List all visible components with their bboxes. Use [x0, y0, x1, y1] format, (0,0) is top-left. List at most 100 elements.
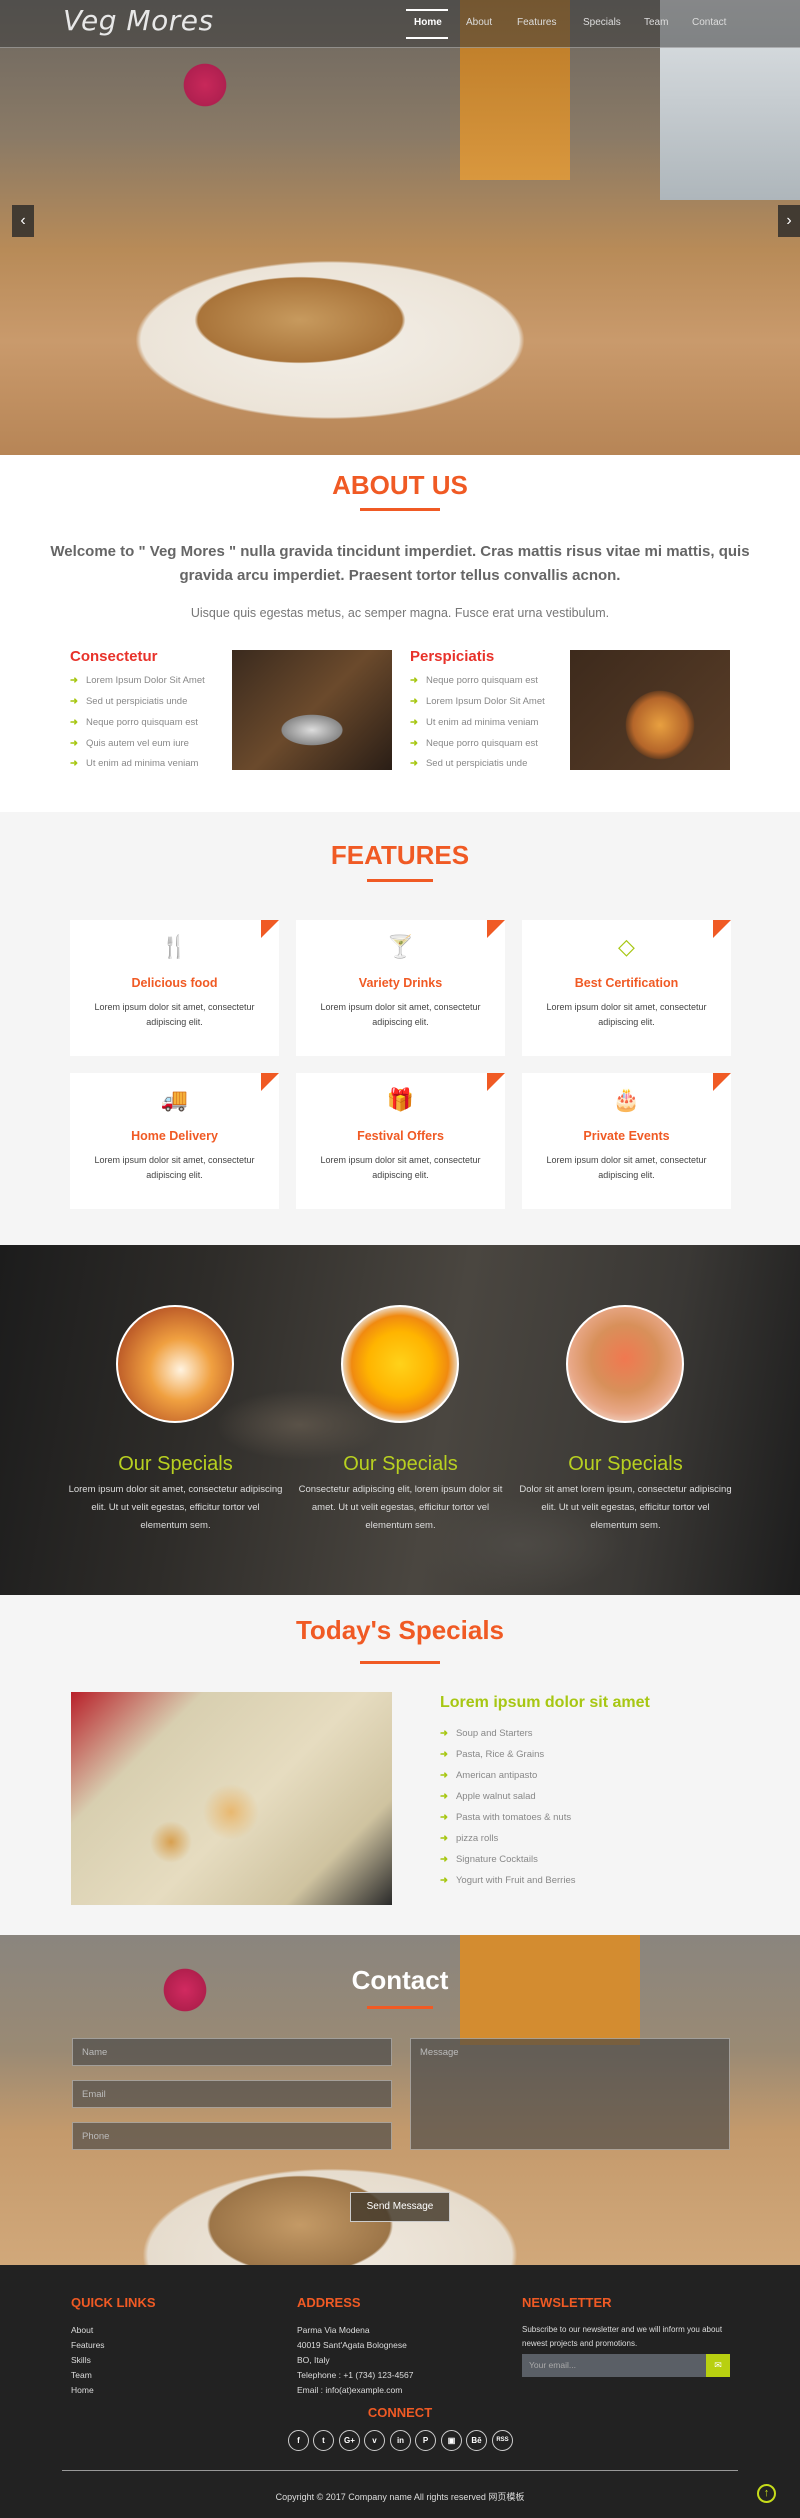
feature-title: Best Certification	[574, 976, 679, 990]
cutlery-icon: 🍴	[160, 934, 189, 959]
message-textarea[interactable]: Message	[410, 2038, 730, 2150]
nav-features[interactable]: Features	[517, 17, 556, 28]
arrow-right-icon: ➜	[70, 758, 78, 769]
list-item: ➜ Pasta, Rice & Grains	[440, 1749, 545, 1760]
nav-home[interactable]: Home	[414, 17, 442, 28]
arrow-right-icon: ➜	[410, 738, 418, 749]
list-item: ➜ Quis autem vel eum iure	[70, 738, 189, 749]
arrow-right-icon: ➜	[440, 1749, 448, 1760]
nav-about[interactable]: About	[466, 17, 492, 28]
footer-link-about[interactable]: About	[71, 2325, 93, 2335]
email-input[interactable]: Email	[72, 2080, 392, 2108]
arrow-right-icon: ➜	[440, 1791, 448, 1802]
list-item: ➜ Ut enim ad minima veniam	[410, 717, 539, 728]
nav-team[interactable]: Team	[644, 17, 668, 28]
title-underline	[360, 1661, 440, 1664]
prev-slide-button[interactable]: ‹	[12, 205, 34, 237]
feature-card: 🎁 Festival Offers Lorem ipsum dolor sit am…	[296, 1073, 505, 1209]
footer-link-features[interactable]: Features	[71, 2340, 105, 2350]
list-item: ➜ Lorem Ipsum Dolor Sit Amet	[70, 675, 205, 686]
newsletter-email-input[interactable]: Your email...	[522, 2354, 706, 2377]
birthday-cake-icon: 🎂	[612, 1087, 641, 1112]
linkedin-icon[interactable]: in	[390, 2430, 411, 2451]
features-section: FEATURES 🍴 Delicious food Lorem ipsum dolo…	[0, 812, 800, 1245]
top-nav: Veg Mores Home About Features Specials T…	[0, 0, 800, 48]
pastry-image	[116, 1305, 234, 1423]
footer-link-home[interactable]: Home	[71, 2385, 94, 2395]
truck-icon: 🚚	[160, 1087, 189, 1112]
nav-contact[interactable]: Contact	[692, 17, 726, 28]
flickr-icon[interactable]: ▣	[441, 2430, 462, 2451]
next-slide-button[interactable]: ›	[778, 205, 800, 237]
feature-title: Private Events	[583, 1129, 670, 1143]
list-item: ➜ pizza rolls	[440, 1833, 499, 1844]
address-title: ADDRESS	[297, 2295, 361, 2310]
name-input[interactable]: Name	[72, 2038, 392, 2066]
arrow-right-icon: ➜	[410, 758, 418, 769]
list-item: ➜ Soup and Starters	[440, 1728, 533, 1739]
newsletter-title: NEWSLETTER	[522, 2295, 612, 2310]
list-item: ➜ Yogurt with Fruit and Berries	[440, 1875, 576, 1886]
feature-text: Lorem ipsum dolor sit amet, consectetur …	[546, 1155, 707, 1180]
phone-input[interactable]: Phone	[72, 2122, 392, 2150]
list-item: ➜ Ut enim ad minima veniam	[70, 758, 199, 769]
restaurant-table-image	[232, 650, 392, 770]
feature-text: Lorem ipsum dolor sit amet, consectetur …	[94, 1155, 255, 1180]
feature-text: Lorem ipsum dolor sit amet, consectetur …	[546, 1002, 707, 1027]
footer-link-skills[interactable]: Skills	[71, 2355, 91, 2365]
nav-specials[interactable]: Specials	[583, 17, 621, 28]
col1-heading: Consectetur	[70, 648, 158, 665]
title-underline	[367, 879, 433, 882]
list-item: ➜ Sed ut perspiciatis unde	[410, 758, 528, 769]
special-text: Lorem ipsum dolor sit amet, consectetur …	[68, 1484, 283, 1531]
arrow-right-icon: ➜	[70, 717, 78, 728]
send-message-button[interactable]: Send Message	[350, 2192, 450, 2222]
scroll-to-top-icon[interactable]: ↑	[757, 2484, 776, 2503]
feature-title: Home Delivery	[131, 1129, 218, 1143]
list-item: ➜ Signature Cocktails	[440, 1854, 538, 1865]
table-spread-image	[71, 1692, 392, 1905]
list-item: ➜ Apple walnut salad	[440, 1791, 536, 1802]
feature-text: Lorem ipsum dolor sit amet, consectetur …	[320, 1002, 481, 1027]
feature-card: ◇ Best Certification Lorem ipsum dolor sit…	[522, 920, 731, 1056]
special-title: Our Specials	[118, 1453, 233, 1475]
list-item: ➜ American antipasto	[440, 1770, 538, 1781]
rss-icon[interactable]: RSS	[492, 2430, 513, 2451]
special-text: Dolor sit amet lorem ipsum, consectetur …	[519, 1484, 732, 1531]
gift-icon: 🎁	[386, 1087, 415, 1112]
special-title: Our Specials	[568, 1453, 683, 1475]
list-item: ➜ Neque porro quisquam est	[410, 675, 538, 686]
google-plus-icon[interactable]: G+	[339, 2430, 360, 2451]
hero-slider: Veg Mores Home About Features Specials T…	[0, 0, 800, 455]
salad-bowl-image	[570, 650, 730, 770]
behance-icon[interactable]: Bē	[466, 2430, 487, 2451]
feature-card: 🚚 Home Delivery Lorem ipsum dolor sit amet…	[70, 1073, 279, 1209]
footer: QUICK LINKS About Features Skills Team H…	[0, 2265, 800, 2518]
footer-link-team[interactable]: Team	[71, 2370, 92, 2380]
todays-specials-section: Today's Specials Lorem ipsum dolor sit a…	[0, 1595, 800, 1935]
pinterest-icon[interactable]: P	[415, 2430, 436, 2451]
title-underline	[360, 508, 440, 511]
footer-divider	[62, 2470, 738, 2471]
telephone: Telephone : +1 (734) 123-4567	[297, 2370, 414, 2380]
arrow-right-icon: ➜	[440, 1728, 448, 1739]
our-specials-section: Our Specials Our Specials Our Specials L…	[0, 1245, 800, 1595]
col2-heading: Perspiciatis	[410, 648, 495, 665]
todays-specials-title: Today's Specials	[295, 1615, 504, 1645]
address-line: 40019 Sant'Agata Bolognese	[297, 2340, 407, 2350]
about-section: ABOUT US Welcome to " Veg Mores " nulla …	[0, 455, 800, 812]
arrow-right-icon: ➜	[440, 1875, 448, 1886]
arrow-right-icon: ➜	[70, 696, 78, 707]
arrow-right-icon: ➜	[440, 1833, 448, 1844]
vimeo-icon[interactable]: v	[364, 2430, 385, 2451]
list-item: ➜ Pasta with tomatoes & nuts	[440, 1812, 572, 1823]
facebook-icon[interactable]: f	[288, 2430, 309, 2451]
logo[interactable]: Veg Mores	[63, 4, 214, 37]
address-line: Parma Via Modena	[297, 2325, 370, 2335]
arrow-right-icon: ➜	[410, 717, 418, 728]
arrow-right-icon: ➜	[410, 696, 418, 707]
twitter-icon[interactable]: t	[313, 2430, 334, 2451]
contact-section: Contact Name Email Phone Message Send Me…	[0, 1935, 800, 2265]
about-title: ABOUT US	[332, 470, 468, 500]
subscribe-envelope-button[interactable]: ✉	[706, 2354, 730, 2377]
